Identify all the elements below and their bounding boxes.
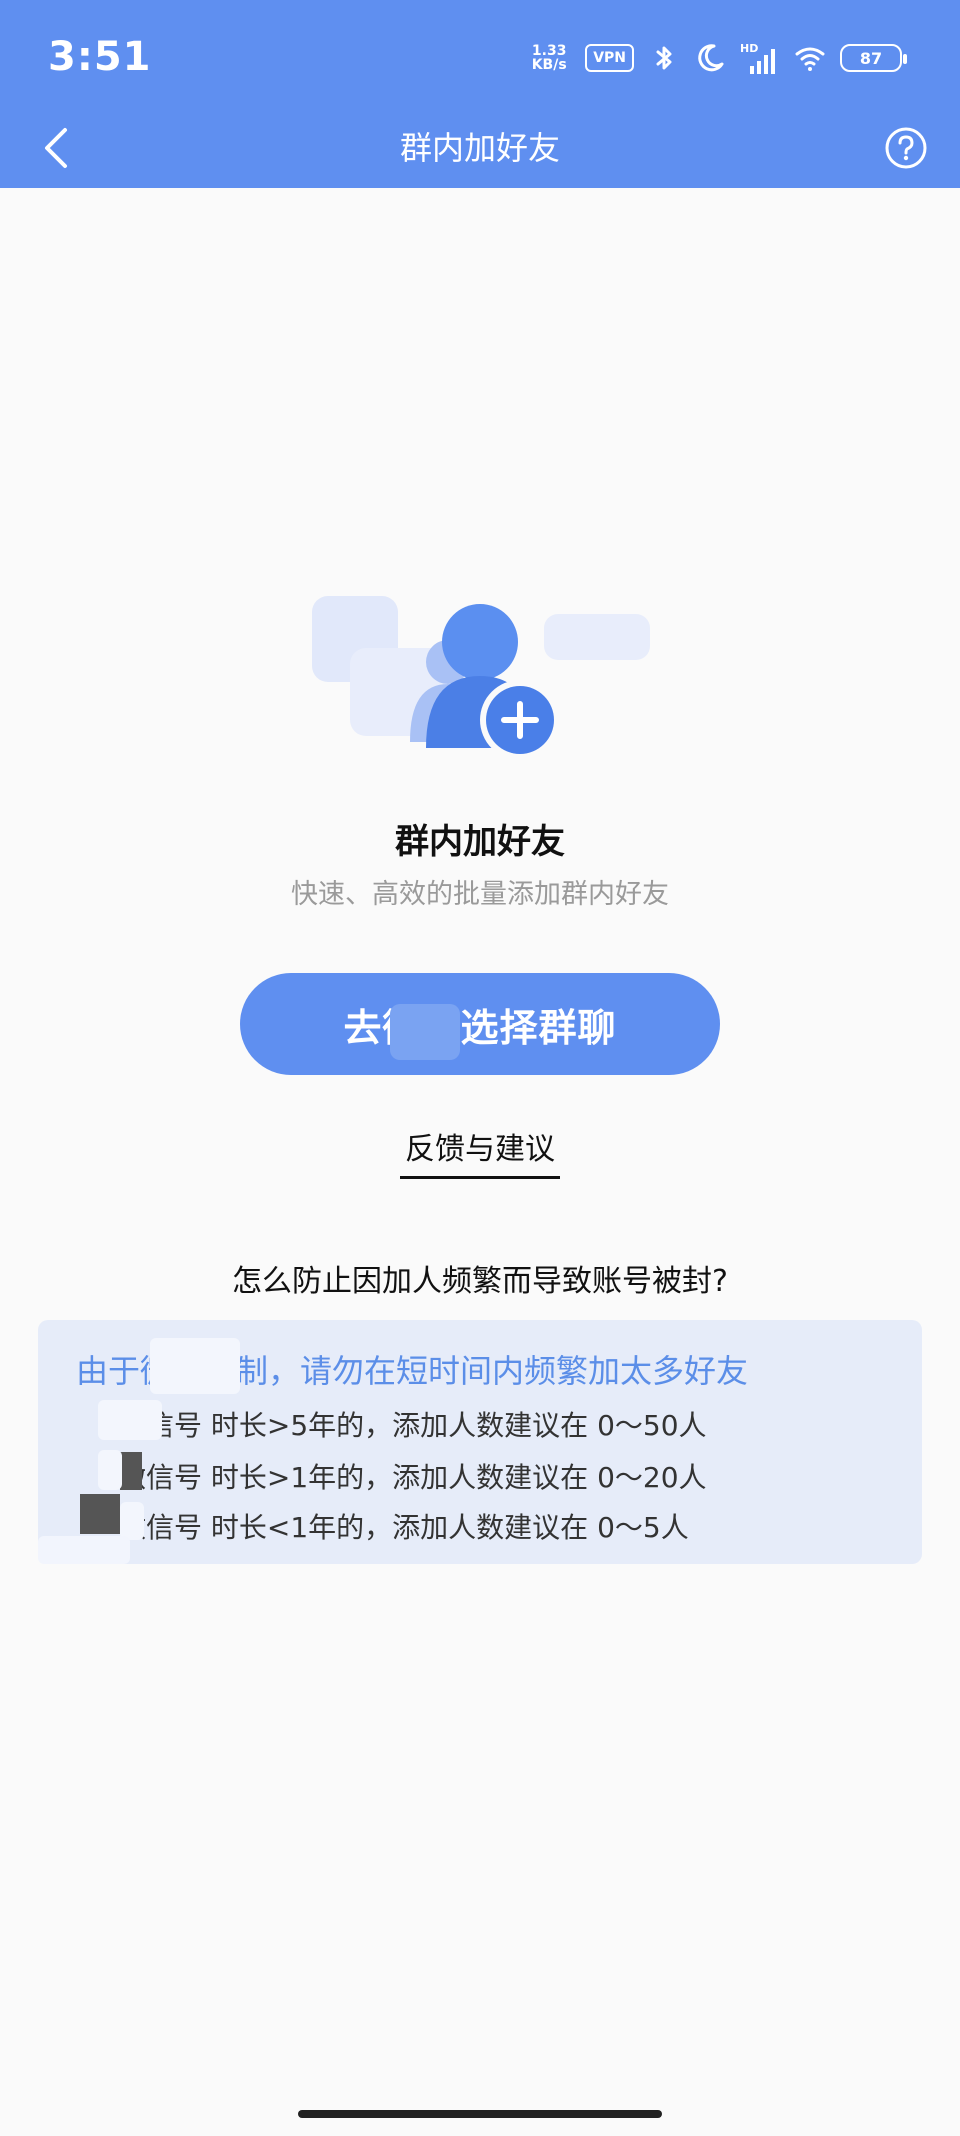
vpn-badge: VPN — [585, 44, 634, 72]
censor-patch — [38, 1536, 130, 1564]
censor-patch — [98, 1400, 162, 1440]
bluetooth-icon — [656, 46, 672, 70]
status-bar: 3:51 1.33 KB/s VPN HD 87 — [0, 0, 960, 110]
do-not-disturb-moon-icon — [698, 44, 724, 72]
status-icons: 1.33 KB/s VPN HD 87 — [527, 40, 907, 76]
wifi-icon — [795, 47, 825, 71]
censor-patch — [98, 1450, 122, 1490]
battery-icon: 87 — [840, 44, 907, 72]
signal-hd: HD — [740, 42, 780, 74]
page-title: 群内加好友 — [399, 129, 560, 167]
battery-level: 87 — [859, 48, 883, 68]
select-group-chat-button[interactable]: 去微信选择群聊 — [240, 973, 720, 1075]
nav-bar: 群内加好友 — [0, 110, 960, 188]
network-speed-value: 1.33 — [531, 43, 567, 59]
tips-row: 微信号 时长<1年的，添加人数建议在 0～5人 — [118, 1511, 689, 1544]
home-indicator[interactable] — [298, 2110, 662, 2118]
censor-patch — [150, 1338, 240, 1394]
tips-row: 微信号 时长>5年的，添加人数建议在 0～50人 — [118, 1409, 707, 1442]
censor-patch — [80, 1494, 120, 1534]
censor-patch — [120, 1502, 144, 1540]
feature-title: 群内加好友 — [395, 822, 565, 862]
help-icon — [885, 127, 927, 169]
censor-patch — [120, 1452, 142, 1490]
add-friend-illustration — [312, 596, 650, 760]
status-time: 3:51 — [48, 34, 152, 80]
tips-row: 微信号 时长>1年的，添加人数建议在 0～20人 — [118, 1461, 707, 1494]
signal-icon — [750, 49, 775, 74]
tips-question: 怎么防止因加人频繁而导致账号被封? — [232, 1264, 728, 1299]
help-button[interactable] — [878, 120, 934, 176]
tips-box: 由于微信限制，请勿在短时间内频繁加太多好友 微信号 时长>5年的，添加人数建议在… — [38, 1320, 922, 1564]
network-speed: 1.33 KB/s — [527, 44, 571, 72]
header: 3:51 1.33 KB/s VPN HD 87 群内加好友 — [0, 0, 960, 188]
censor-patch — [390, 1004, 460, 1060]
feedback-link[interactable]: 反馈与建议 — [400, 1124, 560, 1179]
network-speed-unit: KB/s — [531, 57, 567, 73]
feature-subtitle: 快速、高效的批量添加群内好友 — [291, 879, 669, 910]
